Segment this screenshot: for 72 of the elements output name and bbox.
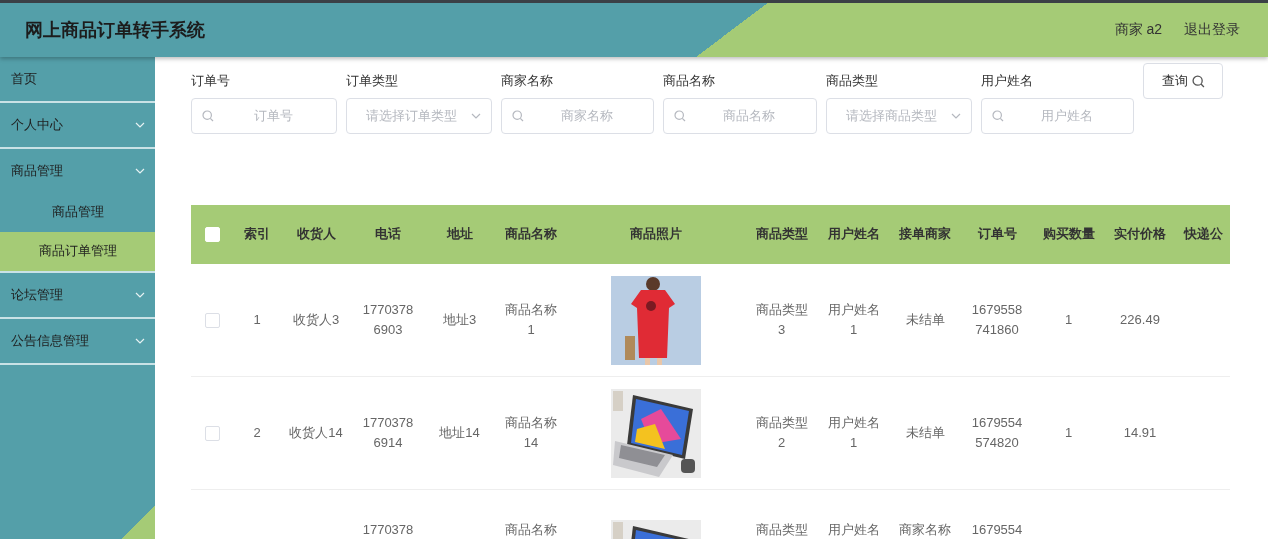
table-cell-text: 商品名称14 — [504, 414, 558, 452]
column-header: 电话 — [374, 226, 402, 243]
sidebar-subitem[interactable]: 商品订单管理 — [0, 232, 155, 273]
column-header: 商品照片 — [629, 226, 683, 243]
filter-label: 商品类型 — [826, 72, 879, 90]
search-icon — [512, 110, 524, 122]
table-cell-text: 用户姓名1 — [827, 301, 880, 339]
table-cell-text: 14.91 — [1123, 424, 1157, 442]
row-checkbox[interactable] — [205, 312, 220, 328]
table-cell-text: 未结单 — [905, 311, 945, 329]
table-cell-text: 1679554 — [971, 521, 1023, 539]
table-cell-text: 1679554574820 — [970, 414, 1024, 452]
sidebar-item[interactable]: 首页 — [0, 57, 155, 103]
filter-label: 商品名称 — [663, 72, 716, 90]
table-cell-text: 226.49 — [1120, 311, 1160, 329]
table-cell-text: 1 — [1064, 311, 1073, 329]
column-header: 用户姓名 — [826, 226, 881, 243]
chevron-down-icon — [135, 292, 145, 298]
chevron-down-icon — [135, 168, 145, 174]
column-header: 地址 — [445, 226, 474, 243]
chevron-down-icon — [951, 113, 961, 119]
search-icon — [674, 110, 686, 122]
query-button[interactable]: 查询 — [1143, 63, 1223, 99]
table-cell-text: 2 — [253, 424, 261, 442]
table-cell-text: 商家名称 — [899, 521, 951, 539]
filter-label: 订单类型 — [346, 72, 399, 90]
table-cell-text: 用户姓名1 — [827, 414, 880, 452]
filter-label: 商家名称 — [501, 72, 554, 90]
column-header: 索引 — [243, 226, 271, 243]
chevron-down-icon — [135, 338, 145, 344]
sidebar-item[interactable]: 个人中心 — [0, 103, 155, 149]
table-cell-text: 1 — [1064, 424, 1073, 442]
table-cell-text: 用户姓名 — [827, 521, 880, 539]
table-cell-text: 未结单 — [905, 424, 945, 442]
column-header: 收货人 — [295, 226, 337, 243]
row-checkbox[interactable] — [205, 425, 220, 441]
column-header: 实付价格 — [1113, 226, 1167, 243]
table-cell-text: 商品类型3 — [755, 301, 808, 339]
sidebar-item[interactable]: 公告信息管理 — [0, 319, 155, 365]
filter-label: 订单号 — [191, 72, 231, 90]
table-cell-text: 1679558741860 — [970, 301, 1024, 339]
table-cell-text: 收货人3 — [292, 311, 340, 329]
search-icon — [202, 110, 214, 122]
table-cell-text: 17703786914 — [361, 414, 415, 452]
app-title: 网上商品订单转手系统 — [25, 19, 205, 42]
sidebar-item[interactable]: 论坛管理 — [0, 273, 155, 319]
search-icon — [992, 110, 1004, 122]
logout-link[interactable]: 退出登录 — [1184, 21, 1240, 39]
sidebar-subitem[interactable]: 商品管理 — [0, 193, 155, 232]
table-cell-text: 17703786903 — [361, 301, 415, 339]
table-cell-text: 地址14 — [439, 424, 480, 442]
user-label: 商家 a2 — [1114, 21, 1162, 39]
table-cell-text: 1770378 — [362, 521, 414, 539]
sidebar-item[interactable]: 商品管理 — [0, 149, 155, 193]
column-header: 购买数量 — [1041, 226, 1096, 243]
table-cell-text: 商品类型 — [755, 521, 808, 539]
table-cell-text: 商品名称 — [505, 521, 557, 539]
select-all-checkbox[interactable] — [205, 227, 220, 242]
table-cell-text: 商品类型2 — [755, 414, 808, 452]
chevron-down-icon — [135, 122, 145, 128]
column-header: 商品类型 — [754, 226, 809, 243]
column-header: 快递公 — [1182, 226, 1224, 243]
search-icon — [1191, 74, 1205, 88]
table-cell-text: 收货人14 — [289, 424, 343, 442]
table-cell-text: 1 — [253, 311, 261, 329]
column-header: 订单号 — [976, 226, 1018, 243]
filter-label: 用户姓名 — [981, 72, 1034, 90]
table-cell-text: 地址3 — [442, 311, 477, 329]
column-header: 商品名称 — [504, 226, 558, 243]
column-header: 接单商家 — [898, 226, 952, 243]
table-cell-text: 商品名称1 — [504, 301, 558, 339]
chevron-down-icon — [471, 113, 481, 119]
